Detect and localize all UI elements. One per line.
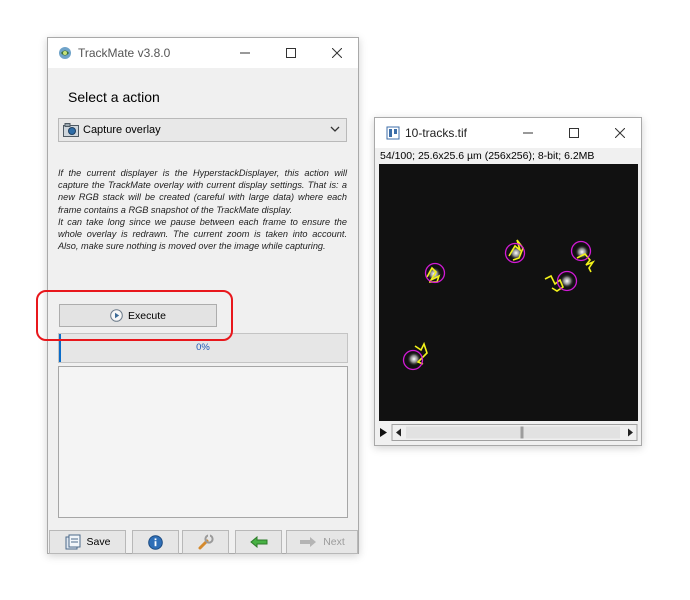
close-button[interactable] bbox=[314, 38, 360, 68]
section-heading: Select a action bbox=[68, 89, 160, 105]
minimize-icon bbox=[240, 52, 250, 54]
minimize-icon bbox=[523, 132, 533, 134]
arrow-right-icon bbox=[300, 537, 317, 547]
minimize-button[interactable] bbox=[505, 118, 551, 148]
close-icon bbox=[615, 128, 625, 138]
play-animation-icon[interactable] bbox=[380, 428, 387, 437]
scroll-thumb[interactable] bbox=[520, 426, 524, 439]
arrow-left-icon bbox=[249, 536, 267, 548]
save-label: Save bbox=[86, 536, 111, 548]
wrench-icon bbox=[198, 534, 214, 550]
dropdown-selected: Capture overlay bbox=[83, 124, 161, 136]
maximize-icon bbox=[569, 128, 579, 138]
next-label: Next bbox=[323, 536, 345, 548]
maximize-button[interactable] bbox=[268, 38, 314, 68]
maximize-button[interactable] bbox=[551, 118, 597, 148]
title-bar[interactable]: TrackMate v3.8.0 bbox=[48, 38, 358, 68]
window-title: 10-tracks.tif bbox=[405, 126, 468, 140]
window-title: TrackMate v3.8.0 bbox=[78, 46, 171, 60]
progress-text: 0% bbox=[196, 342, 210, 353]
image-info: 54/100; 25.6x25.6 µm (256x256); 8-bit; 6… bbox=[380, 150, 595, 162]
description-paragraph: If the current displayer is the Hypersta… bbox=[58, 168, 347, 215]
close-icon bbox=[332, 48, 342, 58]
frame-scrollbar[interactable] bbox=[379, 424, 638, 441]
save-button[interactable]: Save bbox=[49, 530, 126, 554]
previous-button[interactable] bbox=[235, 530, 282, 554]
highlight-ring bbox=[36, 290, 233, 341]
title-bar[interactable]: 10-tracks.tif bbox=[375, 118, 641, 148]
action-dropdown[interactable]: Capture overlay bbox=[58, 118, 347, 142]
close-button[interactable] bbox=[597, 118, 643, 148]
camera-icon bbox=[63, 123, 79, 137]
next-button[interactable]: Next bbox=[286, 530, 358, 554]
log-panel[interactable] bbox=[58, 366, 348, 518]
imagej-icon bbox=[386, 126, 400, 140]
about-button[interactable] bbox=[132, 530, 179, 554]
minimize-button[interactable] bbox=[222, 38, 268, 68]
settings-button[interactable] bbox=[182, 530, 229, 554]
description-paragraph: It can take long since we pause between … bbox=[58, 216, 347, 252]
trackmate-icon bbox=[59, 47, 71, 59]
image-window: 10-tracks.tif 54/100; 25.6x25.6 µm (256x… bbox=[374, 117, 642, 446]
info-icon bbox=[148, 534, 163, 550]
action-description: If the current displayer is the Hypersta… bbox=[58, 167, 347, 252]
save-icon bbox=[65, 534, 81, 550]
image-canvas[interactable] bbox=[379, 164, 638, 421]
chevron-down-icon bbox=[330, 126, 340, 132]
maximize-icon bbox=[286, 48, 296, 58]
